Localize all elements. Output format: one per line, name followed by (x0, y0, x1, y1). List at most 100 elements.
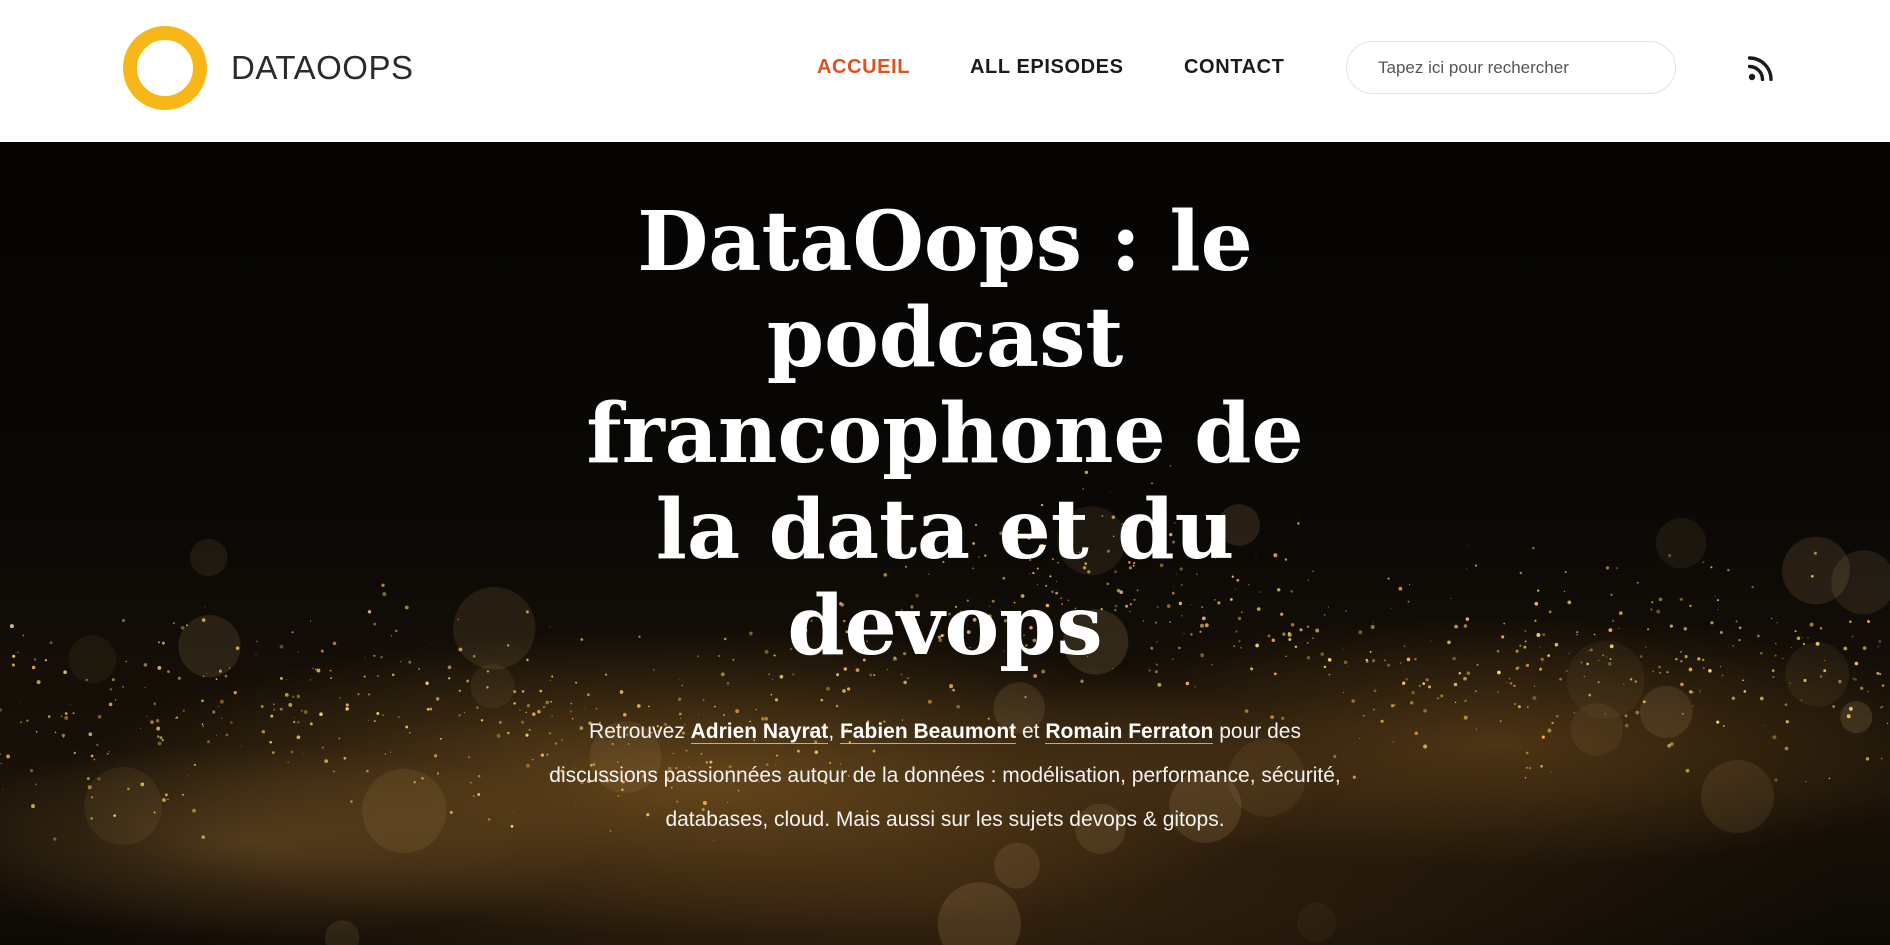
particle (1501, 635, 1505, 639)
particle (1476, 663, 1479, 667)
particle (463, 711, 466, 713)
particle (1679, 597, 1684, 601)
particle (1537, 589, 1540, 592)
bokeh-circle (1296, 902, 1337, 943)
particle (1573, 711, 1576, 714)
particle (230, 721, 233, 724)
particle (66, 716, 68, 718)
particle (373, 622, 377, 626)
particle (1454, 701, 1457, 704)
particle (221, 717, 223, 719)
particle (86, 777, 90, 781)
particle (1547, 728, 1552, 733)
particle (1876, 671, 1880, 675)
particle (436, 772, 439, 775)
particle (1658, 665, 1661, 669)
host-link-adrien-nayrat[interactable]: Adrien Nayrat (690, 720, 829, 744)
particle (303, 710, 308, 715)
particle (398, 716, 400, 718)
particle (321, 746, 324, 749)
particle (309, 679, 312, 681)
particle (270, 714, 274, 718)
particle (449, 810, 453, 814)
particle (284, 693, 289, 697)
particle (345, 707, 349, 711)
search-input[interactable] (1346, 41, 1676, 94)
particle (1684, 655, 1688, 659)
particle (400, 661, 402, 663)
particle (1735, 620, 1738, 623)
particle (1363, 714, 1365, 717)
particle (956, 704, 961, 709)
particle (1708, 669, 1712, 673)
particle (332, 641, 337, 646)
particle (53, 837, 57, 841)
bokeh-circle (190, 538, 228, 577)
particle (157, 666, 162, 670)
particle (1719, 631, 1723, 634)
particle (1852, 677, 1855, 680)
particle (545, 700, 549, 705)
host-link-fabien-beaumont[interactable]: Fabien Beaumont (839, 720, 1017, 744)
particle (1691, 691, 1694, 694)
particle (1675, 657, 1678, 661)
particle (367, 610, 372, 614)
particle (525, 733, 529, 737)
nav-item-contact[interactable]: CONTACT (1184, 55, 1284, 79)
particle (1475, 564, 1478, 567)
particle (54, 731, 57, 734)
particle (376, 675, 379, 678)
particle (1635, 710, 1640, 715)
particle (1387, 663, 1391, 667)
particle (770, 693, 773, 696)
bokeh-circle (1700, 759, 1775, 834)
particle (63, 670, 67, 674)
particle (219, 699, 224, 704)
particle (1383, 659, 1386, 662)
particle (1605, 566, 1610, 570)
particle (1809, 622, 1814, 627)
particle (1528, 767, 1531, 770)
particle (35, 783, 38, 786)
particle (1699, 690, 1701, 693)
particle (1656, 609, 1661, 614)
particle (1551, 721, 1554, 724)
particle (1771, 617, 1773, 619)
particle (1532, 696, 1537, 701)
particle (1722, 674, 1724, 676)
particle (542, 705, 546, 709)
hero-section: DataOops : le podcast francophone de la … (0, 142, 1890, 945)
particle (390, 635, 392, 637)
particle (192, 808, 196, 813)
nav-item-accueil[interactable]: ACCUEIL (817, 55, 910, 79)
particle (31, 665, 36, 670)
particle (1509, 682, 1513, 685)
particle (19, 721, 23, 724)
particle (108, 702, 113, 707)
particle (188, 775, 190, 777)
particle (373, 720, 376, 723)
particle (61, 733, 66, 738)
particle (1516, 666, 1520, 669)
particle (525, 711, 527, 714)
particle (1701, 658, 1705, 662)
particle (1807, 637, 1809, 639)
particle (447, 665, 452, 670)
particle (1474, 690, 1477, 693)
particle (1802, 642, 1806, 646)
particle (587, 693, 590, 697)
particle (1865, 757, 1870, 761)
particle (1774, 778, 1778, 782)
particle (345, 703, 349, 707)
particle (293, 716, 295, 718)
particle (575, 681, 578, 684)
particle (1370, 625, 1375, 629)
host-link-romain-ferraton[interactable]: Romain Ferraton (1045, 720, 1214, 744)
rss-icon[interactable] (1747, 55, 1774, 82)
particle (146, 716, 148, 718)
nav-item-all-episodes[interactable]: ALL EPISODES (970, 55, 1124, 79)
particle (1564, 571, 1567, 574)
particle (381, 583, 385, 587)
particle (1436, 697, 1440, 700)
particle (779, 674, 784, 679)
